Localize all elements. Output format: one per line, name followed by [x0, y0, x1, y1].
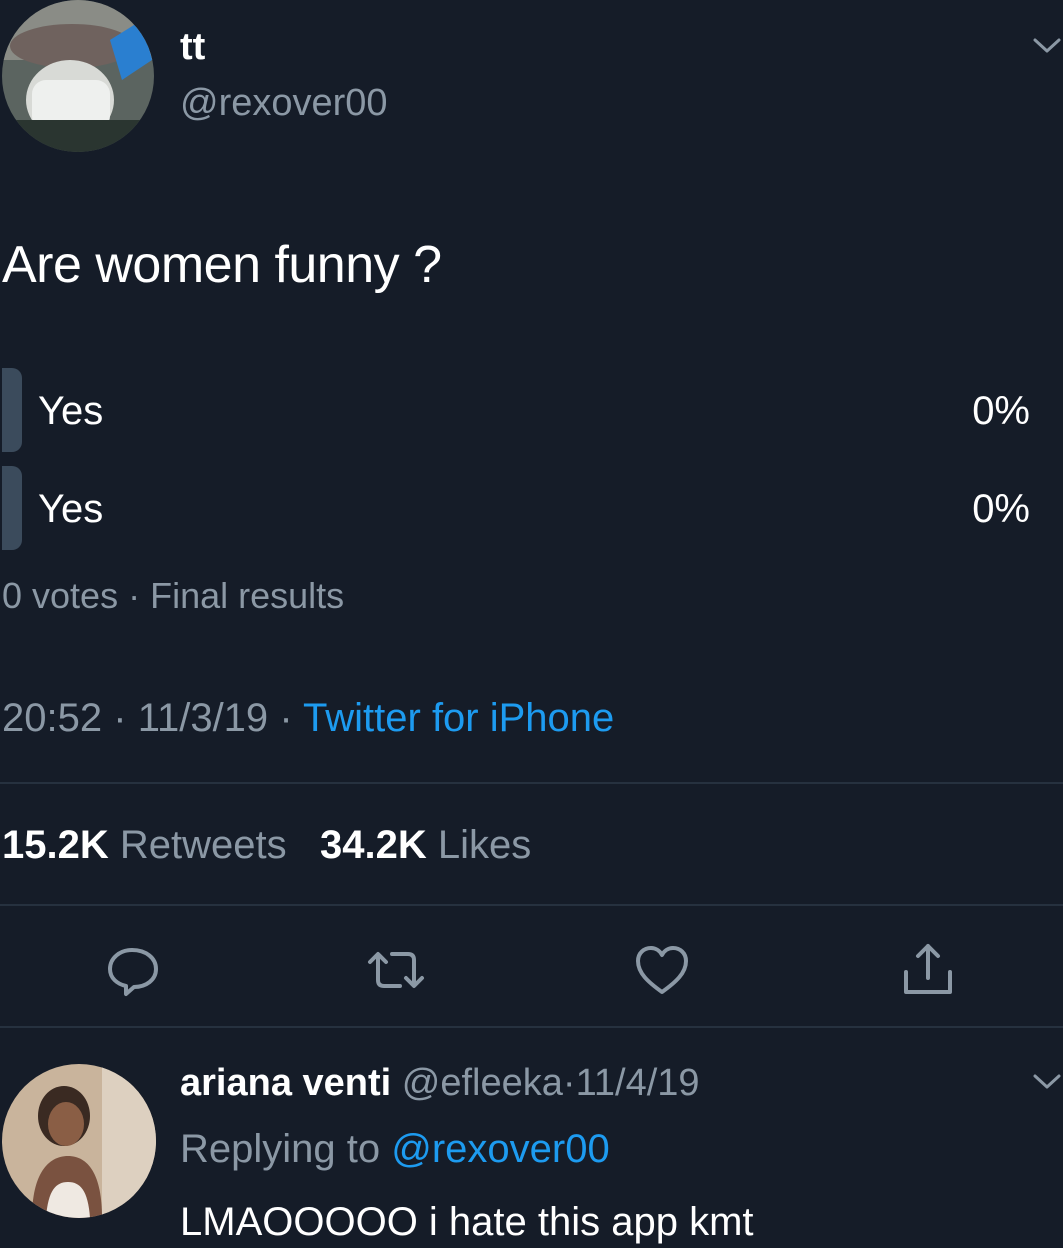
reply-author-handle[interactable]: @efleeka [402, 1062, 563, 1104]
tweet-text: Are women funny ? [2, 236, 442, 294]
replying-to: Replying to @rexover00 [180, 1124, 610, 1174]
divider [0, 904, 1063, 906]
reply-separator: · [562, 1062, 576, 1104]
poll-option-percent: 0% [972, 487, 1030, 531]
avatar-image [2, 0, 154, 152]
reply-button[interactable] [102, 938, 166, 1002]
timestamp-separator: · [113, 696, 127, 740]
reply-text: LMAOOOOO i hate this app kmt [180, 1200, 754, 1244]
share-button[interactable] [896, 938, 960, 1002]
retweets-label: Retweets [119, 823, 287, 867]
reply-author-name[interactable]: ariana venti [180, 1062, 391, 1104]
likes-count: 34.2K [319, 823, 427, 867]
replying-to-mention[interactable]: @rexover00 [391, 1127, 609, 1171]
heart-icon [636, 946, 688, 994]
tweet-timestamp: 20:52 · 11/3/19 · Twitter for iPhone [2, 694, 614, 742]
reply-author-avatar[interactable] [2, 1064, 156, 1218]
tweet-time: 20:52 [2, 696, 103, 740]
reply-avatar-image [2, 1064, 156, 1218]
retweets-stat[interactable]: 15.2K Retweets [2, 823, 287, 867]
tweet-date: 11/3/19 [137, 696, 269, 740]
likes-label: Likes [437, 823, 532, 867]
poll-votes: 0 votes [2, 575, 119, 616]
tweet-menu-chevron-icon[interactable] [1032, 36, 1062, 56]
timestamp-separator: · [279, 696, 293, 740]
poll-option-bar [2, 368, 22, 452]
replying-prefix: Replying to [180, 1127, 381, 1171]
reply-menu-chevron-icon[interactable] [1032, 1072, 1062, 1092]
poll-option-label: Yes [38, 389, 104, 433]
retweet-icon [368, 952, 424, 988]
share-icon [904, 944, 952, 994]
poll-status: Final results [150, 575, 345, 616]
retweet-button[interactable] [364, 938, 428, 1002]
poll-option: Yes 0% [0, 466, 1030, 550]
retweets-count: 15.2K [2, 823, 109, 867]
poll-option-bar [2, 466, 22, 550]
author-display-name[interactable]: tt [180, 22, 205, 72]
poll-option-label: Yes [38, 487, 104, 531]
divider [0, 1026, 1063, 1028]
poll-separator: · [128, 575, 141, 616]
author-avatar[interactable] [2, 0, 154, 152]
divider [0, 782, 1063, 784]
like-button[interactable] [630, 938, 694, 1002]
reply-header: ariana venti @efleeka·11/4/19 [180, 1058, 700, 1108]
poll-option: Yes 0% [0, 368, 1030, 452]
author-handle[interactable]: @rexover00 [180, 78, 388, 128]
tweet-stats: 15.2K Retweets 34.2K Likes [2, 820, 531, 870]
tweet-source-link[interactable]: Twitter for iPhone [303, 696, 614, 740]
reply-icon [108, 948, 158, 996]
likes-stat[interactable]: 34.2K Likes [320, 823, 531, 867]
poll-option-percent: 0% [972, 389, 1030, 433]
poll-meta: 0 votes · Final results [2, 574, 344, 618]
reply-date[interactable]: 11/4/19 [576, 1062, 700, 1104]
